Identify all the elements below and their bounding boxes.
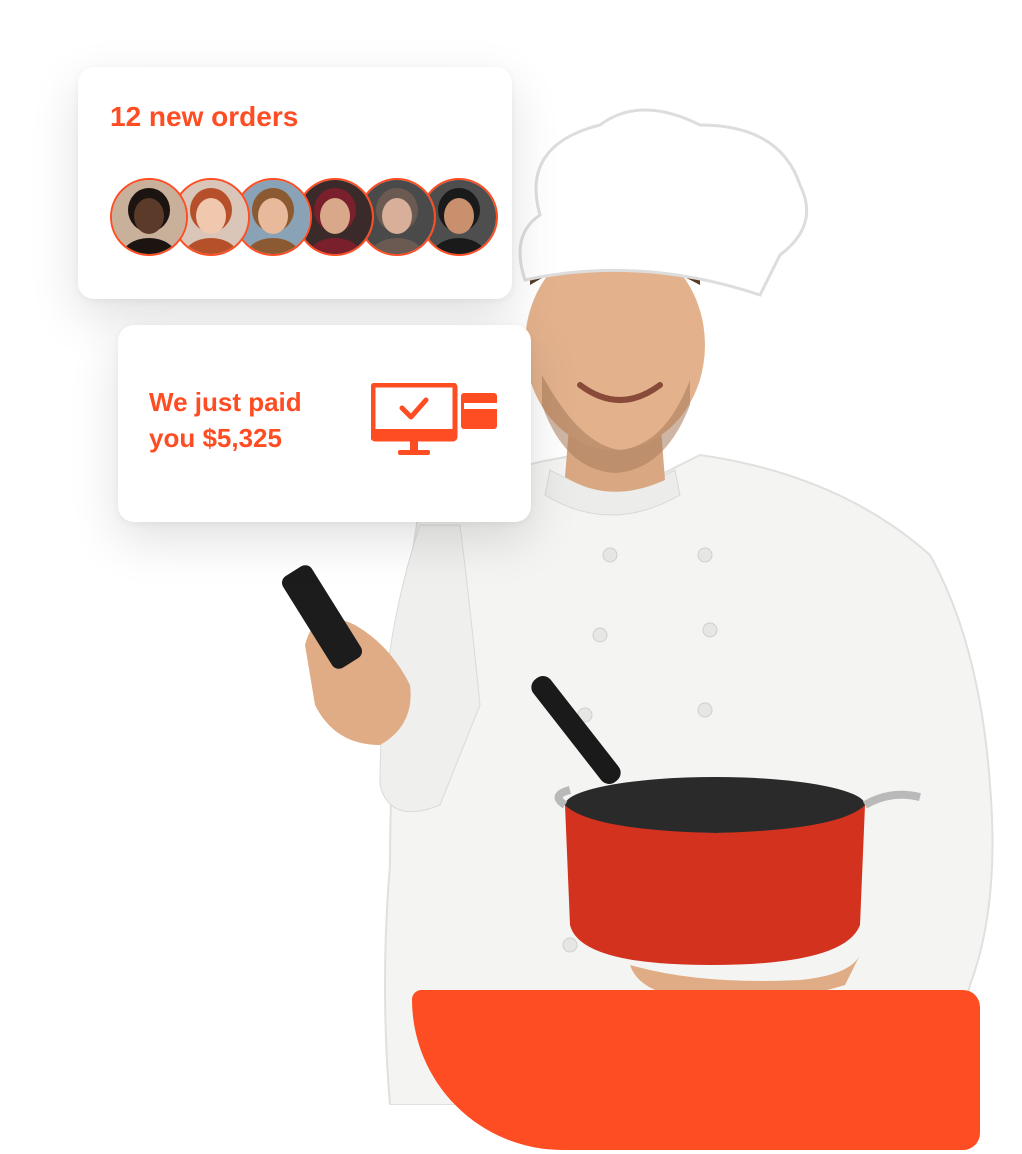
orders-notification-card: 12 new orders: [78, 67, 512, 299]
monitor-checkmark-card-icon: [371, 383, 497, 455]
credit-card-icon: [461, 393, 497, 429]
payment-message-line-1: We just paid: [149, 387, 302, 417]
monitor-bezel: [373, 429, 455, 441]
payment-message: We just paid you $5,325: [149, 384, 349, 456]
monitor-base: [398, 450, 430, 455]
decorative-orange-shape: [412, 990, 980, 1150]
payment-message-line-2: you $5,325: [149, 423, 282, 453]
credit-card-stripe: [464, 403, 497, 409]
customer-avatar-icon: [112, 180, 186, 254]
chef-hat: [518, 108, 809, 297]
customer-avatar: [110, 178, 188, 256]
checkmark-icon: [399, 397, 429, 420]
monitor-stand: [410, 441, 418, 450]
payment-notification-card: We just paid you $5,325: [118, 325, 531, 522]
customer-avatar-row: [110, 178, 498, 256]
orders-count-title: 12 new orders: [110, 101, 299, 132]
